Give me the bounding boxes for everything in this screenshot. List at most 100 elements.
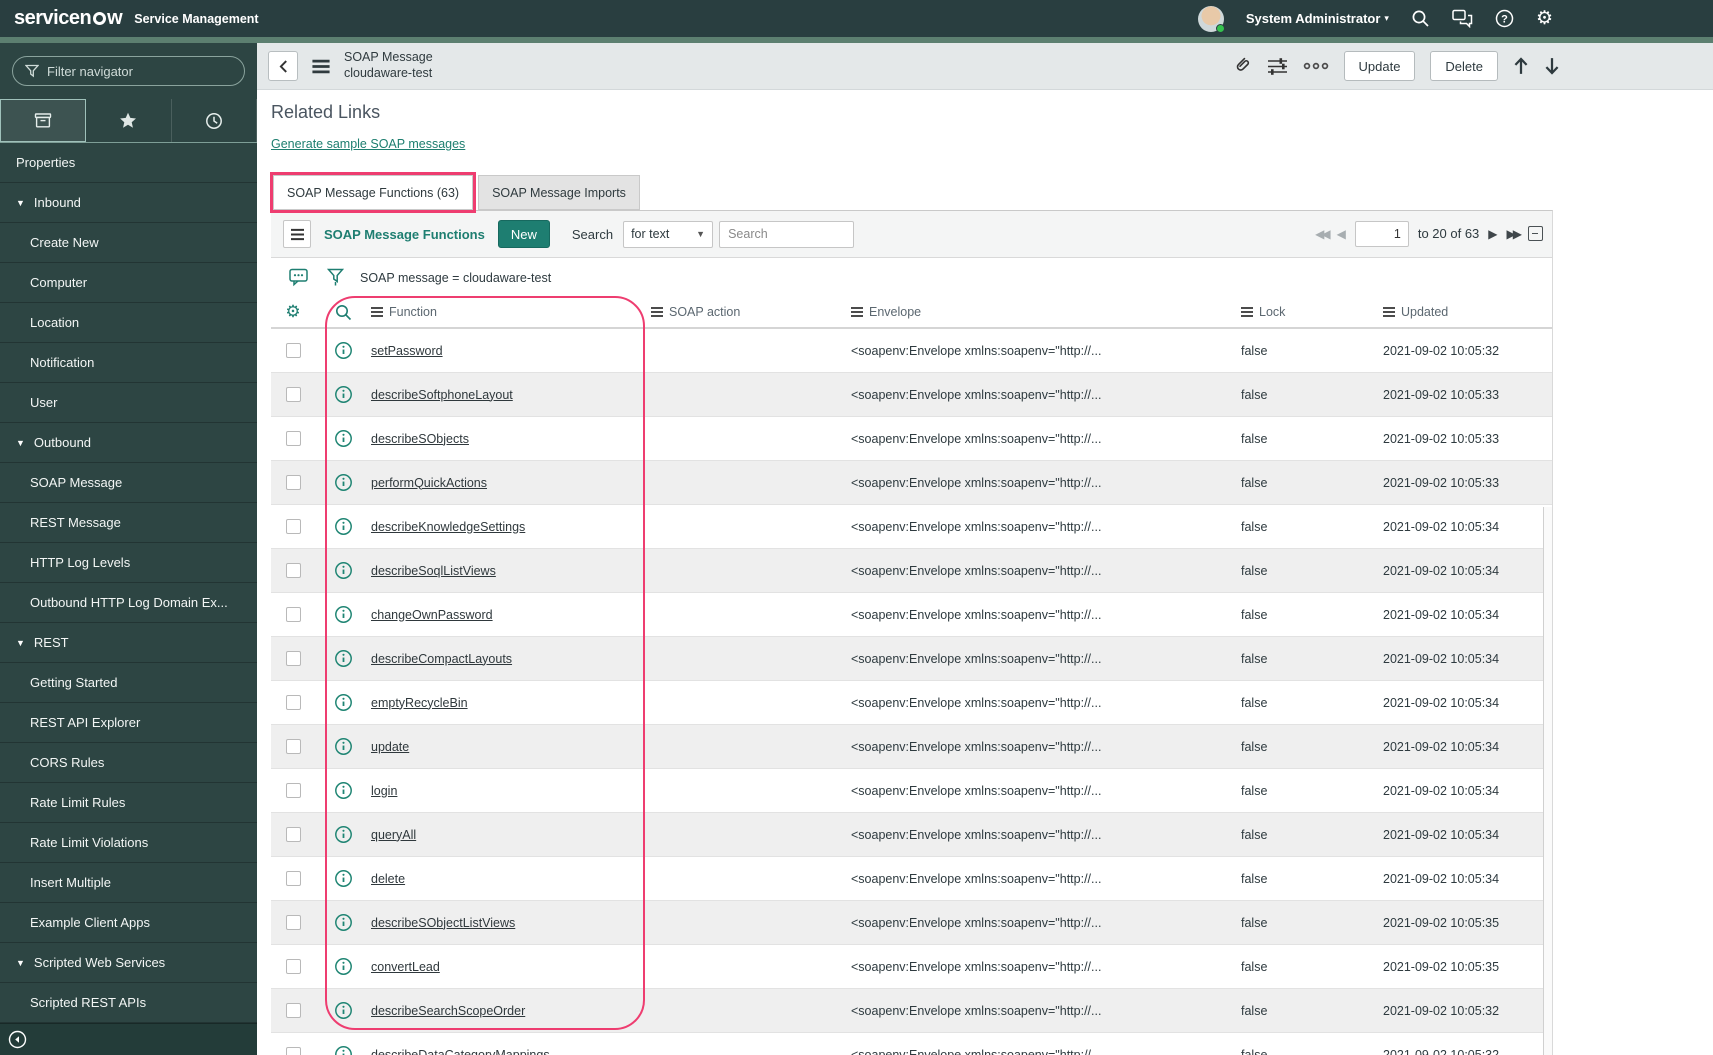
row-checkbox[interactable] (285, 827, 301, 842)
sidebar-item-scripted-web-services[interactable]: ▼ Scripted Web Services (0, 943, 257, 983)
sidebar-item-outbound[interactable]: ▼ Outbound (0, 423, 257, 463)
list-context-menu-icon[interactable] (283, 220, 311, 248)
row-info-icon[interactable] (315, 913, 371, 932)
row-info-icon[interactable] (315, 341, 371, 360)
connect-chat-icon[interactable] (1452, 9, 1473, 28)
row-checkbox[interactable] (285, 695, 301, 710)
column-header-envelope[interactable]: Envelope (851, 305, 1241, 319)
sidebar-item-cors-rules[interactable]: CORS Rules (0, 743, 257, 783)
row-checkbox[interactable] (285, 915, 301, 930)
function-link[interactable]: describeSearchScopeOrder (371, 1004, 525, 1018)
sidebar-item-soap-message[interactable]: SOAP Message (0, 463, 257, 503)
row-checkbox[interactable] (285, 871, 301, 886)
sidebar-item-rest[interactable]: ▼ REST (0, 623, 257, 663)
function-link[interactable]: describeSoftphoneLayout (371, 388, 513, 402)
column-header-soap-action[interactable]: SOAP action (651, 305, 851, 319)
user-menu[interactable]: System Administrator ▾ (1246, 11, 1389, 26)
next-record-down-arrow-icon[interactable] (1544, 57, 1560, 75)
help-icon[interactable]: ? (1495, 9, 1514, 28)
row-checkbox[interactable] (285, 563, 301, 578)
sidebar-item-notification[interactable]: Notification (0, 343, 257, 383)
list-search-input[interactable] (719, 220, 855, 248)
sidebar-item-user[interactable]: User (0, 383, 257, 423)
list-scrollbar[interactable] (1543, 507, 1552, 1055)
sidebar-item-create-new[interactable]: Create New (0, 223, 257, 263)
row-info-icon[interactable] (315, 869, 371, 888)
column-header-lock[interactable]: Lock (1241, 305, 1383, 319)
function-link[interactable]: queryAll (371, 828, 416, 842)
row-info-icon[interactable] (315, 693, 371, 712)
sidebar-item-location[interactable]: Location (0, 303, 257, 343)
sidebar-item-outbound-http-log-domain-ex[interactable]: Outbound HTTP Log Domain Ex... (0, 583, 257, 623)
sidebar-item-scripted-rest-apis[interactable]: Scripted REST APIs (0, 983, 257, 1023)
sidebar-item-rate-limit-violations[interactable]: Rate Limit Violations (0, 823, 257, 863)
row-info-icon[interactable] (315, 825, 371, 844)
row-checkbox[interactable] (285, 607, 301, 622)
list-filter-breadcrumb[interactable]: SOAP message = cloudaware-test (360, 271, 551, 285)
row-info-icon[interactable] (315, 737, 371, 756)
tab-history[interactable] (172, 99, 257, 142)
row-checkbox[interactable] (285, 1003, 301, 1018)
previous-page-icon[interactable]: ◀ (1337, 227, 1346, 241)
row-info-icon[interactable] (315, 649, 371, 668)
sidebar-item-computer[interactable]: Computer (0, 263, 257, 303)
function-link[interactable]: describeSObjectListViews (371, 916, 515, 930)
first-page-icon[interactable]: ◀◀ (1315, 227, 1331, 241)
row-info-icon[interactable] (315, 1045, 371, 1055)
function-link[interactable]: describeSoqlListViews (371, 564, 496, 578)
list-comments-icon[interactable] (289, 268, 309, 287)
row-checkbox[interactable] (285, 739, 301, 754)
row-info-icon[interactable] (315, 957, 371, 976)
generate-sample-soap-messages-link[interactable]: Generate sample SOAP messages (271, 137, 465, 151)
function-link[interactable]: login (371, 784, 397, 798)
row-info-icon[interactable] (315, 561, 371, 580)
tab-all-applications[interactable] (0, 99, 87, 142)
column-header-updated[interactable]: Updated (1383, 305, 1552, 319)
row-checkbox[interactable] (285, 783, 301, 798)
collapse-sidebar-icon[interactable] (8, 1030, 27, 1049)
filter-navigator-input[interactable] (47, 63, 217, 79)
row-info-icon[interactable] (315, 385, 371, 404)
function-link[interactable]: describeKnowledgeSettings (371, 520, 525, 534)
sidebar-item-rest-message[interactable]: REST Message (0, 503, 257, 543)
function-link[interactable]: setPassword (371, 344, 443, 358)
row-info-icon[interactable] (315, 1001, 371, 1020)
sidebar-item-insert-multiple[interactable]: Insert Multiple (0, 863, 257, 903)
row-info-icon[interactable] (315, 473, 371, 492)
function-link[interactable]: changeOwnPassword (371, 608, 493, 622)
list-filter-funnel-icon[interactable] (327, 268, 344, 287)
new-button[interactable]: New (497, 220, 550, 248)
function-link[interactable]: emptyRecycleBin (371, 696, 468, 710)
sidebar-item-example-client-apps[interactable]: Example Client Apps (0, 903, 257, 943)
attachment-paperclip-icon[interactable] (1232, 56, 1252, 76)
sidebar-item-properties[interactable]: Properties (0, 143, 257, 183)
sidebar-item-inbound[interactable]: ▼ Inbound (0, 183, 257, 223)
next-page-icon[interactable]: ▶ (1488, 227, 1497, 241)
personalize-form-sliders-icon[interactable] (1267, 57, 1288, 76)
sidebar-item-rate-limit-rules[interactable]: Rate Limit Rules (0, 783, 257, 823)
row-checkbox[interactable] (285, 431, 301, 446)
delete-button[interactable]: Delete (1430, 51, 1498, 81)
previous-record-up-arrow-icon[interactable] (1513, 57, 1529, 75)
row-info-icon[interactable] (315, 429, 371, 448)
function-link[interactable]: describeSObjects (371, 432, 469, 446)
row-checkbox[interactable] (285, 475, 301, 490)
row-checkbox[interactable] (285, 343, 301, 358)
row-info-icon[interactable] (315, 517, 371, 536)
column-header-function[interactable]: Function (371, 305, 651, 319)
tab-soap-message-functions[interactable]: SOAP Message Functions (63) (273, 175, 474, 210)
tab-favorites[interactable] (86, 99, 172, 142)
gear-icon[interactable]: ⚙ (1536, 7, 1553, 30)
global-search-icon[interactable] (1411, 9, 1430, 28)
row-info-icon[interactable] (315, 605, 371, 624)
function-link[interactable]: performQuickActions (371, 476, 487, 490)
tab-soap-message-imports[interactable]: SOAP Message Imports (478, 175, 640, 210)
column-search-icon[interactable] (315, 304, 371, 321)
user-avatar[interactable] (1197, 5, 1225, 33)
personalize-list-gear-icon[interactable]: ⚙ (271, 302, 315, 322)
filter-navigator[interactable] (12, 56, 245, 86)
page-number-input[interactable] (1354, 220, 1409, 247)
function-link[interactable]: describeDataCategoryMappings (371, 1048, 550, 1055)
sidebar-item-getting-started[interactable]: Getting Started (0, 663, 257, 703)
row-checkbox[interactable] (285, 959, 301, 974)
